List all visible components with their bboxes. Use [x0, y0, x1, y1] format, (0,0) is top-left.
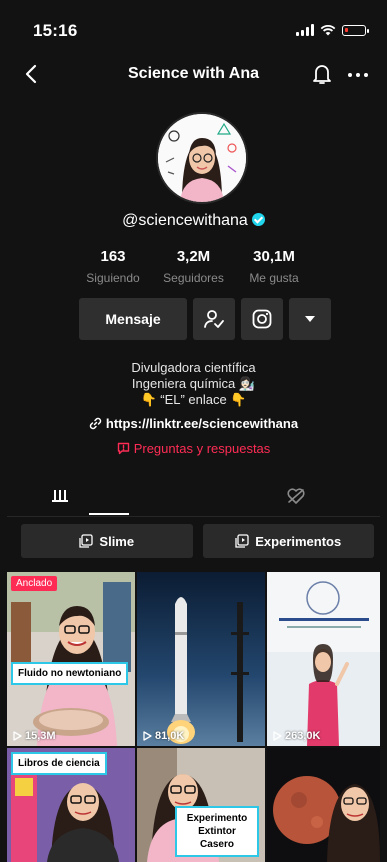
more-options-icon[interactable] [348, 73, 368, 77]
profile-link[interactable]: https://linktr.ee/sciencewithana [7, 416, 380, 431]
content-tabs [7, 476, 380, 517]
profile-handle: @sciencewithana [7, 212, 380, 230]
video-thumbnail[interactable]: Experimento Extintor Casero [137, 748, 265, 862]
instagram-button[interactable] [241, 298, 283, 340]
video-caption: Experimento Extintor Casero [175, 806, 259, 857]
battery-icon [342, 24, 369, 36]
more-actions-button[interactable] [289, 298, 331, 340]
playlist-icon [235, 534, 249, 548]
video-thumbnail[interactable]: Anclado Fluido no newtoniano 15,3M [7, 572, 135, 746]
link-icon [89, 417, 102, 430]
stat-likes[interactable]: 30,1M Me gusta [234, 248, 314, 285]
header: Science with Ana [7, 60, 380, 90]
playlist-icon [79, 534, 94, 548]
view-count: 15,3M [13, 730, 56, 742]
tab-liked[interactable] [193, 476, 379, 516]
hidden-heart-icon [287, 488, 305, 504]
message-button[interactable]: Mensaje [79, 298, 187, 340]
instagram-icon [252, 309, 272, 329]
video-caption: Libros de ciencia [11, 752, 107, 775]
view-count: 81,0K [143, 730, 184, 742]
tab-videos[interactable] [7, 476, 193, 516]
playlist-slime[interactable]: Slime [21, 524, 193, 558]
video-thumbnail[interactable]: 81,0K [137, 572, 265, 746]
stat-followers[interactable]: 3,2M Seguidores [154, 248, 234, 285]
wifi-icon [320, 24, 336, 36]
user-check-icon [204, 310, 224, 328]
playlist-experimentos[interactable]: Experimentos [202, 524, 374, 558]
play-icon [273, 731, 282, 741]
status-time: 15:16 [33, 21, 78, 40]
playlists: Slime Experimentos [21, 524, 374, 558]
video-thumbnail[interactable] [267, 748, 380, 862]
video-thumbnail[interactable]: 263,0K [267, 572, 380, 746]
stat-following[interactable]: 163 Siguiendo [73, 248, 153, 285]
follow-status-button[interactable] [193, 298, 235, 340]
bell-icon[interactable] [312, 63, 332, 85]
caret-down-icon [305, 316, 315, 322]
status-bar: 15:16 [7, 12, 380, 46]
active-tab-indicator [89, 513, 129, 515]
qa-link[interactable]: Preguntas y respuestas [7, 441, 380, 456]
play-icon [13, 731, 22, 741]
profile-screen: 15:16 Science with Ana @sciencewithana 1… [7, 12, 380, 862]
profile-actions: Mensaje [79, 298, 331, 340]
pinned-badge: Anclado [11, 576, 58, 591]
avatar[interactable] [156, 112, 248, 204]
grid-icon [52, 490, 68, 502]
qa-icon [117, 442, 129, 455]
profile-bio: Divulgadora científica Ingeniera química… [131, 360, 256, 407]
profile-stats: 163 Siguiendo 3,2M Seguidores 30,1M Me g… [73, 248, 314, 285]
video-caption: Fluido no newtoniano [11, 662, 129, 685]
signal-icon [296, 24, 314, 36]
video-thumbnail[interactable]: Libros de ciencia [7, 748, 135, 862]
verified-badge-icon [251, 213, 265, 226]
play-icon [143, 731, 152, 741]
view-count: 263,0K [273, 730, 320, 742]
